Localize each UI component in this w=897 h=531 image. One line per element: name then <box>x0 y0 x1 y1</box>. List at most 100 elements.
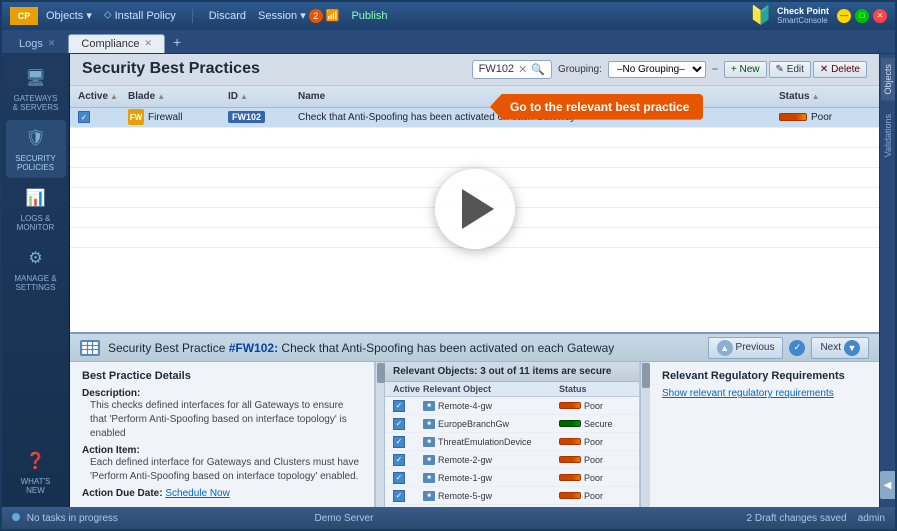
search-icon[interactable]: 🔍 <box>531 63 545 76</box>
rel-checkbox-1[interactable] <box>393 400 405 412</box>
details-scrollbar[interactable] <box>375 362 385 507</box>
sidebar-item-manage[interactable]: ⚙ MANAGE &SETTINGS <box>6 240 66 298</box>
bottom-id: #FW102: <box>229 341 278 355</box>
tab-add-button[interactable]: + <box>165 31 189 53</box>
tab-logs[interactable]: Logs ✕ <box>6 34 68 53</box>
maximize-button[interactable]: □ <box>855 9 869 23</box>
schedule-now-link[interactable]: Schedule Now <box>165 488 229 499</box>
col-header-status: Status ▲ <box>775 91 875 102</box>
status-bar-icon <box>779 113 807 121</box>
rel-checkbox-4[interactable] <box>393 454 405 466</box>
menu-session[interactable]: Session ▾ 2 📶 <box>258 9 339 23</box>
menu-objects[interactable]: Objects ▾ <box>46 9 92 22</box>
best-practice-details: Best Practice Details Description: This … <box>70 362 375 507</box>
status-text-4: Poor <box>584 455 603 465</box>
rel-checkbox-3[interactable] <box>393 436 405 448</box>
bottom-title: Security Best Practice #FW102: Check tha… <box>108 341 614 355</box>
grouping-select[interactable]: –No Grouping– <box>608 61 706 78</box>
sidebar-item-security-policies[interactable]: 🛡 SECURITYPOLICIES <box>6 120 66 178</box>
relevant-row-4[interactable]: ■ Remote-2-gw Poor <box>385 451 639 469</box>
gateways-icon: 🖥 <box>24 66 48 90</box>
relevant-scrollbar-thumb <box>642 363 650 388</box>
status-indicator-5 <box>559 474 581 481</box>
close-button[interactable]: ✕ <box>873 9 887 23</box>
status-dot <box>12 513 20 521</box>
right-tab-objects[interactable]: Objects <box>881 58 895 101</box>
edit-button[interactable]: ✎ Edit <box>769 61 811 78</box>
col-header-blade: Blade ▲ <box>124 91 224 102</box>
cp-logo-icon: 🔰 <box>750 5 772 26</box>
rel-checkbox-5[interactable] <box>393 472 405 484</box>
relevant-row-3[interactable]: ■ ThreatEmulationDevice Poor <box>385 433 639 451</box>
cp-logo: 🔰 Check Point SmartConsole <box>750 5 829 26</box>
relevant-row-6[interactable]: ■ Remote-5-gw Poor <box>385 487 639 505</box>
toolbar-buttons: + New ✎ Edit ✕ Delete <box>724 61 867 78</box>
minimize-button[interactable]: — <box>837 9 851 23</box>
menu-publish[interactable]: Publish <box>351 10 387 22</box>
tab-logs-close[interactable]: ✕ <box>48 38 56 49</box>
sidebar-label-logs: LOGS &MONITOR <box>17 214 55 232</box>
status-indicator-2 <box>559 420 581 427</box>
row-status-label: Poor <box>811 112 832 123</box>
right-tab-validations[interactable]: Validations <box>881 108 895 163</box>
tab-compliance-close[interactable]: ✕ <box>145 38 153 49</box>
table-header: Active ▲ Blade ▲ ID ▲ Name S <box>70 86 879 108</box>
id-sort-icon: ▲ <box>240 92 248 101</box>
arrow-tooltip: Go to the relevant best practice <box>490 94 703 120</box>
relevant-objects: Relevant Objects: 3 out of 11 items are … <box>385 362 640 507</box>
menu-install-policy[interactable]: ⬦ Install Policy <box>104 9 176 22</box>
row-active <box>74 111 124 123</box>
title-bar-right: 🔰 Check Point SmartConsole — □ ✕ <box>750 5 887 26</box>
rel-checkbox-2[interactable] <box>393 418 405 430</box>
relevant-row-5[interactable]: ■ Remote-1-gw Poor <box>385 469 639 487</box>
admin-label: admin <box>858 513 885 524</box>
delete-button[interactable]: ✕ Delete <box>813 61 867 78</box>
sidebar-item-gateways[interactable]: 🖥 GATEWAYS& SERVERS <box>6 60 66 118</box>
status-text-6: Poor <box>584 491 603 501</box>
blade-sort-icon: ▲ <box>157 92 165 101</box>
row-status: Poor <box>775 112 875 123</box>
page-title: Security Best Practices <box>82 60 260 78</box>
status-text-3: Poor <box>584 437 603 447</box>
show-regulatory-link[interactable]: Show relevant regulatory requirements <box>662 388 867 399</box>
obj-icon-6: ■ <box>423 491 435 501</box>
search-box: FW102 ✕ 🔍 <box>472 60 552 79</box>
obj-icon-2: ■ <box>423 419 435 429</box>
video-play-button[interactable] <box>435 169 515 249</box>
relevant-row-2[interactable]: ■ EuropeBranchGw Secure <box>385 415 639 433</box>
previous-button[interactable]: ▲ Previous <box>708 337 784 359</box>
sidebar-item-whats-new[interactable]: ❓ WHAT'SNEW <box>6 443 66 501</box>
sidebar-item-logs[interactable]: 📊 LOGS &MONITOR <box>6 180 66 238</box>
title-bar-left: CP Objects ▾ ⬦ Install Policy Discard Se… <box>10 7 388 25</box>
next-button[interactable]: Next ▼ <box>811 337 869 359</box>
description-text: This checks defined interfaces for all G… <box>90 399 362 441</box>
sidebar-label-manage: MANAGE &SETTINGS <box>14 274 56 292</box>
table-container: Active ▲ Blade ▲ ID ▲ Name S <box>70 86 879 333</box>
menu-discard[interactable]: Discard <box>209 10 246 22</box>
cp-logo-text: Check Point SmartConsole <box>777 6 829 25</box>
table-row[interactable]: FW Firewall FW102 Check that Anti-Spoofi… <box>70 108 879 128</box>
status-bar: No tasks in progress Demo Server 2 Draft… <box>2 507 895 529</box>
bottom-panel-icon <box>80 340 100 356</box>
due-date-section: Action Due Date: Schedule Now <box>82 488 362 499</box>
relevant-scrollbar[interactable] <box>640 362 650 507</box>
obj-icon-1: ■ <box>423 401 435 411</box>
relevant-row-1[interactable]: ■ Remote-4-gw Poor <box>385 397 639 415</box>
rel-checkbox-6[interactable] <box>393 490 405 502</box>
search-value-display: FW102 <box>479 63 514 75</box>
sidebar-bottom: ❓ WHAT'SNEW <box>2 443 69 501</box>
row-checkbox[interactable] <box>78 111 90 123</box>
action-text: Each defined interface for Gateways and … <box>90 456 362 484</box>
table-row-empty-1 <box>70 128 879 148</box>
table-row-empty-2 <box>70 148 879 168</box>
collapse-button[interactable]: ◀ <box>880 471 896 499</box>
sidebar-label-whats-new: WHAT'SNEW <box>21 477 51 495</box>
header-controls: FW102 ✕ 🔍 Grouping: –No Grouping– + New … <box>472 60 867 79</box>
tab-compliance[interactable]: Compliance ✕ <box>68 34 165 53</box>
regulatory-title: Relevant Regulatory Requirements <box>662 370 867 382</box>
new-button[interactable]: + New <box>724 61 767 78</box>
details-title: Best Practice Details <box>82 370 362 382</box>
relevant-objects-header: Relevant Objects: 3 out of 11 items are … <box>385 362 639 382</box>
search-clear-icon[interactable]: ✕ <box>518 63 527 76</box>
status-text-1: Poor <box>584 401 603 411</box>
